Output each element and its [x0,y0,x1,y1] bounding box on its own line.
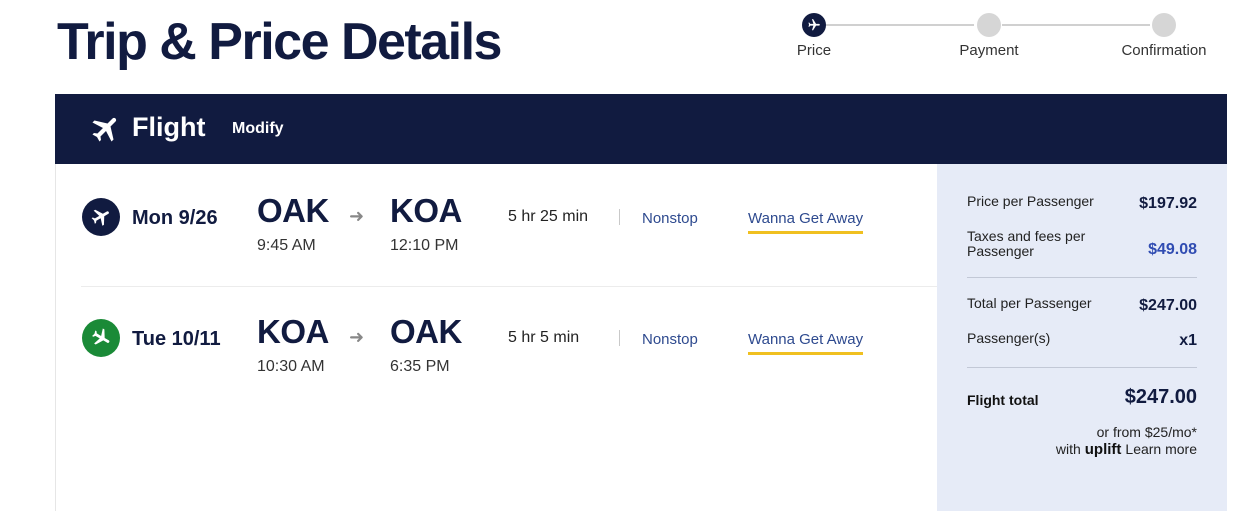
destination-airport-code: OAK [390,313,462,350]
stepper-connector [1002,24,1150,26]
price-summary-panel: Price per Passenger $197.92 Taxes and fe… [937,164,1227,511]
divider [619,209,620,225]
stops-label[interactable]: Nonstop [642,331,698,348]
with-text: with [1055,441,1081,457]
departure-time: 10:30 AM [257,358,325,375]
stepper-connector [826,24,974,26]
stops-label[interactable]: Nonstop [642,210,698,227]
flight-date: Mon 9/26 [132,207,218,229]
step-price-label: Price [796,42,832,59]
arrival-time: 12:10 PM [390,237,459,254]
taxes-fees-value[interactable]: $49.08 [1148,241,1197,259]
flight-total-label: Flight total [967,392,1039,408]
departing-plane-icon [82,198,120,236]
learn-more-link[interactable]: Learn more [1125,441,1197,457]
fare-type-link[interactable]: Wanna Get Away [748,210,864,234]
airplane-icon [808,19,820,31]
price-per-passenger-value: $197.92 [1139,195,1197,212]
uplift-logo: uplift [1084,441,1122,458]
page-title: Trip & Price Details [57,13,502,71]
origin-airport-code: OAK [257,192,329,229]
flight-section-header: Flight Modify [55,94,1227,164]
trip-details-panel: Mon 9/26 OAK ➜ KOA 9:45 AM 12:10 PM 5 hr… [55,164,1227,511]
price-per-passenger-label: Price per Passenger [967,193,1094,209]
passengers-count: x1 [1179,332,1197,349]
arrival-time: 6:35 PM [390,358,450,375]
total-per-passenger-label: Total per Passenger [967,295,1092,311]
step-confirmation-indicator [1152,13,1176,37]
flight-row-departing: Mon 9/26 OAK ➜ KOA 9:45 AM 12:10 PM 5 hr… [56,164,936,284]
summary-divider [967,367,1197,368]
arrow-right-icon: ➜ [349,206,365,226]
total-per-passenger-value: $247.00 [1139,297,1197,314]
arrow-right-icon: ➜ [349,327,365,347]
returning-plane-icon [82,319,120,357]
flight-date: Tue 10/11 [132,328,221,350]
financing-offer: or from $25/mo* [1096,424,1197,440]
flight-row-returning: Tue 10/11 KOA ➜ OAK 10:30 AM 6:35 PM 5 h… [56,285,936,405]
flight-total-value: $247.00 [1124,386,1197,408]
flight-section-title: Flight [132,112,206,142]
origin-airport-code: KOA [257,313,329,350]
destination-airport-code: KOA [390,192,462,229]
summary-divider [967,277,1197,278]
progress-stepper: Price Payment Confirmation [790,12,1210,62]
flight-duration: 5 hr 25 min [508,208,589,225]
divider [619,330,620,346]
step-price-indicator [802,13,826,37]
flight-duration: 5 hr 5 min [508,329,580,346]
step-payment-label: Payment [959,42,1019,59]
taxes-fees-label: Taxes and fees per Passenger [967,228,1086,259]
airplane-icon [89,112,123,151]
step-confirmation-label: Confirmation [1121,42,1207,59]
uplift-promo: with uplift Learn more [1056,441,1197,458]
fare-type-link[interactable]: Wanna Get Away [748,331,864,355]
step-payment-indicator [977,13,1001,37]
departure-time: 9:45 AM [257,237,316,254]
modify-button[interactable]: Modify [232,120,284,138]
passengers-label: Passenger(s) [967,330,1051,346]
